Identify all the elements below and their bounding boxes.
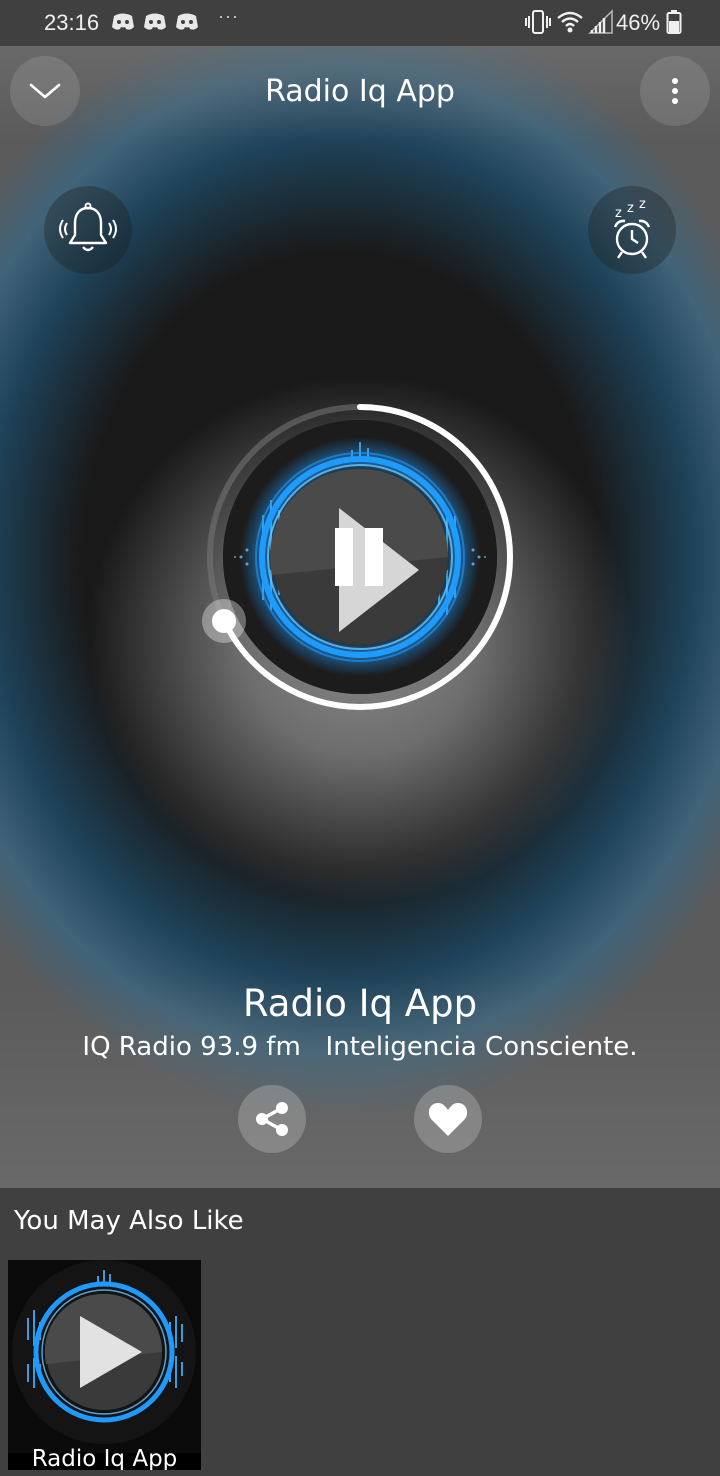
suggestion-card[interactable]: Radio Iq App bbox=[8, 1260, 201, 1470]
page-title: Radio Iq App bbox=[265, 74, 455, 109]
status-bar: 23:16 ··· 46% bbox=[0, 0, 720, 46]
share-icon bbox=[256, 1102, 288, 1136]
chevron-down-icon bbox=[29, 83, 61, 99]
collapse-button[interactable] bbox=[10, 56, 80, 126]
signal-icon bbox=[588, 9, 613, 34]
player-screen: 23:16 ··· 46% Radio Iq App z z z Radio I… bbox=[0, 0, 720, 1476]
discord-icon bbox=[112, 13, 134, 30]
status-time: 23:16 bbox=[44, 10, 100, 35]
favorite-button[interactable] bbox=[414, 1085, 482, 1153]
discord-icon bbox=[144, 13, 166, 30]
svg-text:z: z bbox=[615, 206, 622, 221]
more-options-button[interactable] bbox=[640, 56, 710, 126]
status-overflow: ··· bbox=[218, 6, 239, 26]
suggestions-title: You May Also Like bbox=[14, 1206, 244, 1236]
heart-icon bbox=[428, 1103, 468, 1136]
progress-knob[interactable] bbox=[202, 598, 247, 643]
battery-icon bbox=[666, 10, 682, 34]
suggestions-section: You May Also Like Radio Iq App bbox=[0, 1188, 720, 1476]
pause-icon bbox=[335, 528, 383, 586]
suggestion-card-label: Radio Iq App bbox=[31, 1446, 178, 1470]
battery-percent: 46% bbox=[616, 10, 661, 35]
station-subtitle: IQ Radio 93.9 fm Inteligencia Consciente… bbox=[82, 1032, 638, 1062]
vibrate-icon bbox=[525, 10, 551, 34]
pause-button[interactable] bbox=[333, 526, 387, 588]
player-artwork bbox=[202, 402, 515, 712]
bell-ringing-icon bbox=[59, 202, 117, 252]
sleep-timer-icon: z z z bbox=[613, 197, 651, 259]
share-button[interactable] bbox=[238, 1085, 306, 1153]
discord-icon bbox=[176, 13, 198, 30]
alarm-button[interactable] bbox=[44, 186, 132, 274]
wifi-icon bbox=[557, 11, 583, 33]
svg-text:z: z bbox=[627, 201, 634, 216]
station-name: Radio Iq App bbox=[242, 982, 478, 1025]
sleep-timer-button[interactable]: z z z bbox=[588, 186, 676, 274]
svg-text:z: z bbox=[639, 197, 646, 212]
more-vert-icon bbox=[672, 78, 678, 104]
suggestion-logo bbox=[8, 1260, 201, 1453]
